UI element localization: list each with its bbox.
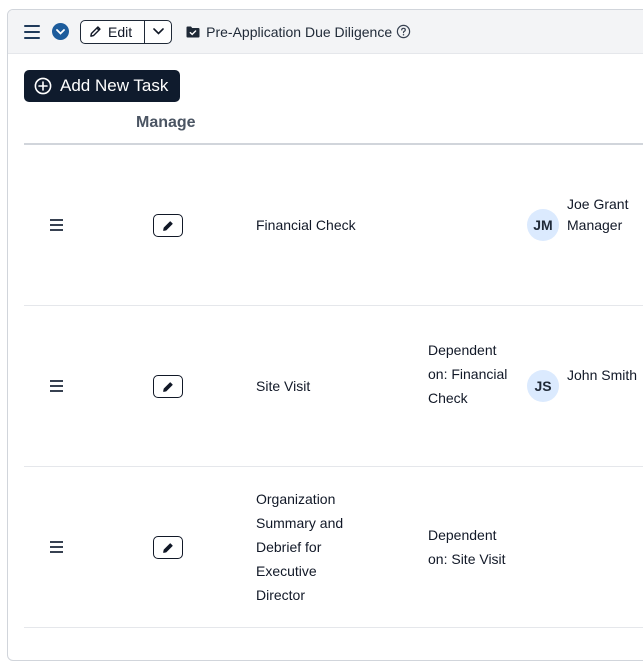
add-task-label: Add New Task — [60, 76, 169, 95]
manage-column-header: Manage — [136, 114, 196, 131]
pencil-icon — [163, 381, 173, 392]
edit-button-group: Edit — [80, 19, 173, 44]
plus-circle-icon — [34, 77, 52, 95]
drag-handle-icon[interactable] — [50, 380, 63, 392]
edit-task-button[interactable] — [153, 214, 183, 237]
edit-label: Edit — [108, 23, 133, 40]
pencil-icon — [163, 220, 173, 231]
avatar: JS — [527, 370, 559, 402]
edit-button[interactable]: Edit — [81, 21, 144, 43]
avatar: JM — [527, 209, 559, 241]
page-title: Pre-Application Due Diligence — [206, 23, 393, 40]
breadcrumb: Pre-Application Due Diligence — [186, 24, 411, 40]
dependency-text: Dependent on: Financial Check — [428, 342, 508, 406]
hamburger-icon[interactable] — [24, 24, 40, 39]
chevron-down-circle-icon[interactable] — [52, 23, 69, 40]
help-circle-icon[interactable] — [396, 24, 411, 39]
table-row: Financial Check JM Joe Grant Manager — [24, 145, 643, 306]
drag-handle-icon[interactable] — [50, 219, 63, 231]
edit-dropdown-button[interactable] — [144, 20, 171, 43]
dependency-text: Dependent on: Site Visit — [428, 527, 506, 567]
chevron-down-icon — [152, 28, 164, 35]
task-panel: Edit Pre-Application Due Diligence Add N… — [7, 9, 643, 661]
pencil-icon — [163, 542, 173, 553]
task-name: Organization Summary and Debrief for Exe… — [256, 491, 344, 603]
assignee-name: Joe Grant Manager — [567, 196, 629, 233]
pencil-icon — [90, 26, 101, 37]
edit-task-button[interactable] — [153, 375, 183, 398]
assignee-name: John Smith — [567, 367, 638, 383]
panel-toolbar: Edit Pre-Application Due Diligence — [8, 10, 643, 54]
table-row: Organization Summary and Debrief for Exe… — [24, 467, 643, 628]
add-new-task-button[interactable]: Add New Task — [24, 70, 181, 102]
table-row: Site Visit Dependent on: Financial Check… — [24, 306, 643, 467]
drag-handle-icon[interactable] — [50, 541, 63, 553]
task-name: Financial Check — [256, 217, 356, 233]
edit-task-button[interactable] — [153, 536, 183, 559]
folder-check-icon — [186, 26, 200, 37]
task-name: Site Visit — [256, 378, 311, 394]
